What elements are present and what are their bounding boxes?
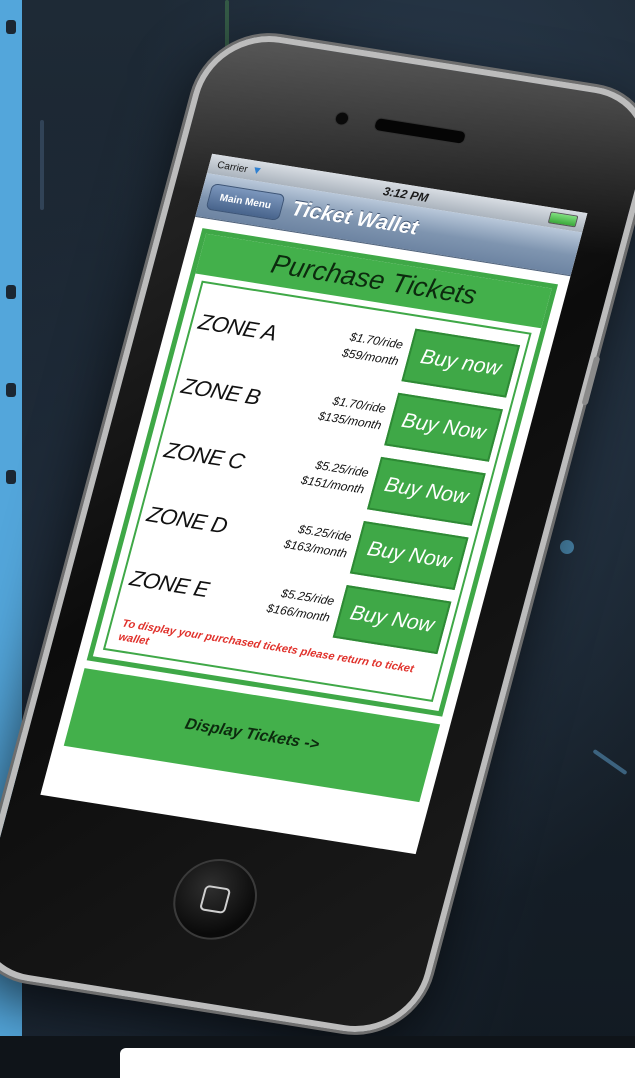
zone-prices: $1.70/ride $135/month	[288, 387, 396, 436]
zone-prices: $5.25/ride $166/month	[236, 579, 344, 628]
battery-icon	[547, 211, 579, 228]
buy-button-zone-e[interactable]: Buy Now	[332, 585, 452, 655]
panel-mark	[6, 383, 16, 397]
buy-button-zone-a[interactable]: Buy now	[401, 328, 521, 398]
zone-prices: $5.25/ride $151/month	[271, 451, 379, 500]
light-streak	[592, 748, 628, 776]
panel-mark	[6, 20, 16, 34]
main-menu-button[interactable]: Main Menu	[205, 182, 286, 221]
light-streak	[40, 120, 44, 210]
zone-list: ZONE A $1.70/ride $59/month Buy now ZONE…	[102, 280, 532, 702]
zone-name: ZONE A	[195, 309, 280, 346]
home-button-icon	[198, 884, 232, 915]
wifi-icon: ▼	[249, 164, 264, 178]
carrier-label: Carrier	[215, 159, 250, 175]
panel-mark	[6, 470, 16, 484]
panel-mark	[6, 285, 16, 299]
zone-name: ZONE E	[127, 565, 212, 603]
zone-prices: $1.70/ride $59/month	[305, 323, 413, 372]
zone-name: ZONE B	[178, 373, 264, 410]
zone-name: ZONE D	[144, 501, 230, 539]
buy-button-zone-d[interactable]: Buy Now	[349, 520, 469, 590]
zone-prices: $5.25/ride $163/month	[254, 515, 362, 564]
purchase-panel: Purchase Tickets ZONE A $1.70/ride $59/m…	[86, 228, 559, 717]
bottom-white-panel	[120, 1048, 635, 1078]
buy-button-zone-b[interactable]: Buy Now	[384, 392, 503, 462]
buy-button-zone-c[interactable]: Buy Now	[367, 456, 486, 526]
zone-name: ZONE C	[161, 437, 248, 475]
bottom-bar	[0, 1036, 635, 1078]
light-dot	[560, 540, 574, 554]
home-button[interactable]	[163, 853, 267, 946]
